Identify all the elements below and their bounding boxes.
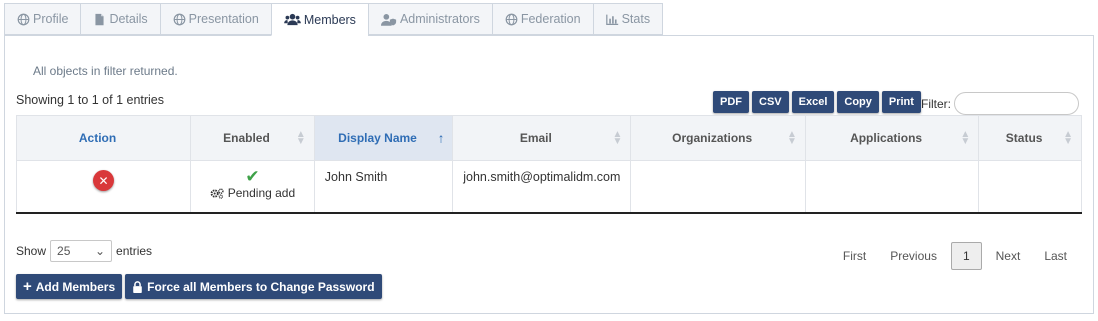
page-length-control: Show 25 ⌄ entries [16, 240, 152, 262]
table-row: ✕ ✔ Pending add John Smith john.smith@op… [15, 160, 1082, 214]
status-cell [978, 160, 1082, 214]
column-header-applications[interactable]: Applications ▲ ▼ [804, 115, 980, 161]
csv-button[interactable]: CSV [752, 91, 789, 113]
sort-icon: ▲ ▼ [786, 129, 797, 147]
pdf-button[interactable]: PDF [713, 91, 749, 113]
showing-entries-text: Showing 1 to 1 of 1 entries [16, 93, 165, 107]
lock-icon [132, 280, 143, 293]
column-header-enabled[interactable]: Enabled ▲ ▼ [190, 115, 315, 161]
tab-members[interactable]: Members [270, 3, 368, 36]
tab-presentation[interactable]: Presentation [159, 3, 271, 35]
tab-details[interactable]: Details [80, 3, 160, 35]
sort-icon: ▲ ▼ [960, 129, 971, 147]
sort-icon: ▲ ▼ [1063, 129, 1073, 147]
members-panel: All objects in filter returned. Showing … [4, 35, 1094, 314]
display-name-cell: John Smith [313, 160, 454, 214]
organizations-cell [630, 160, 806, 214]
filter-input[interactable] [954, 92, 1079, 115]
column-header-action: Action [15, 115, 192, 161]
print-button[interactable]: Print [881, 91, 921, 113]
previous-page-link[interactable]: Previous [878, 249, 949, 263]
column-header-email[interactable]: Email ▲ ▼ [452, 115, 632, 161]
show-label: Show [16, 244, 47, 258]
applications-cell [804, 160, 980, 214]
copy-button[interactable]: Copy [837, 91, 879, 113]
column-header-organizations[interactable]: Organizations ▲ ▼ [630, 115, 806, 161]
enabled-cell: ✔ Pending add [190, 160, 315, 214]
entries-label: entries [116, 244, 153, 258]
chevron-down-icon: ⌄ [94, 244, 106, 258]
column-header-display-name[interactable]: Display Name ↑ [313, 115, 454, 161]
filter: Filter: [921, 92, 1079, 115]
tab-federation[interactable]: Federation [491, 3, 593, 35]
tab-bar: Profile Details Presentation Members Adm… [4, 3, 664, 36]
current-page-button[interactable]: 1 [950, 242, 982, 270]
checkmark-icon: ✔ [245, 167, 260, 186]
gears-icon [210, 187, 224, 199]
next-page-link[interactable]: Next [984, 249, 1033, 263]
member-actions: + Add Members Force all Members to Chang… [16, 274, 382, 299]
user-shield-icon [380, 13, 397, 26]
members-table: Action Enabled ▲ ▼ Display Name ↑ Email ▲ ▼ O… [15, 115, 1082, 214]
tab-label: Members [303, 12, 356, 27]
tab-label: Stats [621, 12, 651, 26]
tab-administrators[interactable]: Administrators [367, 3, 492, 35]
first-page-link[interactable]: First [831, 249, 878, 263]
tab-label: Administrators [399, 12, 480, 26]
excel-button[interactable]: Excel [791, 91, 835, 113]
column-header-status[interactable]: Status ▲ ▼ [978, 115, 1082, 161]
pagination: First Previous 1 Next Last [831, 242, 1079, 270]
tab-label: Profile [33, 12, 69, 26]
sort-icon: ▲ ▼ [295, 129, 306, 147]
filter-label: Filter: [921, 96, 951, 111]
plus-icon: + [23, 277, 32, 295]
force-password-change-button[interactable]: Force all Members to Change Password [125, 274, 382, 299]
globe-icon [173, 13, 186, 26]
tab-label: Federation [520, 12, 581, 26]
globe-icon [17, 13, 30, 26]
last-page-link[interactable]: Last [1032, 249, 1079, 263]
email-cell: john.smith@optimalidm.com [452, 160, 632, 214]
users-icon [283, 13, 301, 26]
tab-label: Presentation [188, 12, 259, 26]
bar-chart-icon [605, 13, 619, 26]
delete-member-button[interactable]: ✕ [93, 170, 115, 191]
table-header-row: Action Enabled ▲ ▼ Display Name ↑ Email ▲ ▼ O… [15, 115, 1082, 161]
info-message: All objects in filter returned. [33, 64, 178, 78]
enabled-status-text: Pending add [227, 186, 296, 200]
action-cell: ✕ [15, 160, 192, 214]
export-buttons: PDF CSV Excel Copy Print [713, 91, 921, 113]
sort-ascending-icon: ↑ [437, 130, 445, 146]
sort-icon: ▲ ▼ [612, 129, 623, 147]
tab-label: Details [109, 12, 148, 26]
globe-icon [505, 13, 518, 26]
add-members-button[interactable]: + Add Members [16, 274, 123, 299]
page-length-select[interactable]: 25 ⌄ [50, 240, 113, 262]
document-icon [93, 13, 106, 26]
tab-profile[interactable]: Profile [4, 3, 81, 35]
tab-stats[interactable]: Stats [592, 3, 664, 35]
